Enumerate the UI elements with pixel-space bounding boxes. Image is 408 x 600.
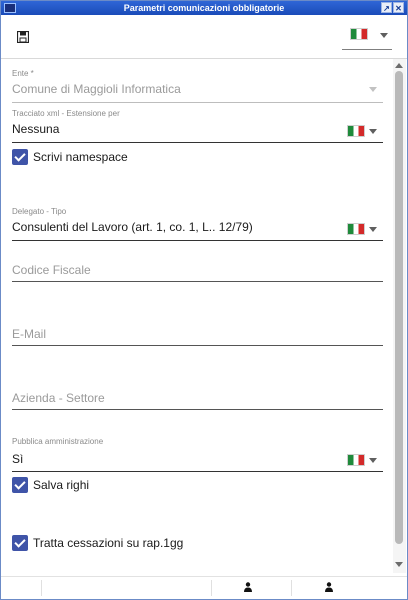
form-content: Ente * Comune di Maggioli Informatica Tr… bbox=[1, 59, 393, 573]
email-input[interactable]: E-Mail bbox=[12, 327, 46, 341]
divider bbox=[291, 580, 292, 596]
salva-righi-checkbox[interactable] bbox=[12, 477, 28, 493]
tracciato-underline bbox=[12, 142, 383, 143]
codice-fiscale-input[interactable]: Codice Fiscale bbox=[12, 263, 91, 277]
azienda-settore-underline bbox=[12, 409, 383, 410]
chevron-down-icon bbox=[369, 129, 377, 134]
divider bbox=[211, 580, 212, 596]
scrivi-namespace-label: Scrivi namespace bbox=[33, 150, 128, 164]
pubblica-amministrazione-select[interactable]: Sì bbox=[12, 452, 23, 466]
pubblica-amministrazione-underline bbox=[12, 471, 383, 472]
save-icon[interactable] bbox=[17, 31, 29, 43]
ente-underline bbox=[12, 102, 383, 103]
codice-fiscale-underline bbox=[12, 281, 383, 282]
scroll-thumb[interactable] bbox=[395, 71, 403, 544]
scrivi-namespace-checkbox[interactable] bbox=[12, 149, 28, 165]
tratta-cessazioni-label: Tratta cessazioni su rap.1gg bbox=[33, 536, 184, 550]
restore-button[interactable]: ↗ bbox=[381, 2, 392, 13]
pubblica-amministrazione-label: Pubblica amministrazione bbox=[12, 437, 104, 446]
bottom-status-bar bbox=[1, 576, 407, 599]
italian-flag-icon bbox=[347, 223, 365, 235]
title-bar: Parametri comunicazioni obbligatorie ↗ ✕ bbox=[1, 1, 407, 15]
dialog-window: Parametri comunicazioni obbligatorie ↗ ✕… bbox=[0, 0, 408, 600]
chevron-down-icon bbox=[369, 458, 377, 463]
vertical-scrollbar[interactable] bbox=[393, 59, 406, 573]
ente-label: Ente * bbox=[12, 69, 34, 78]
scroll-up-icon[interactable] bbox=[395, 63, 403, 68]
delegato-select[interactable]: Consulenti del Lavoro (art. 1, co. 1, L.… bbox=[12, 220, 253, 234]
language-select[interactable] bbox=[342, 22, 392, 50]
window-title: Parametri comunicazioni obbligatorie bbox=[123, 3, 285, 13]
chevron-down-icon bbox=[369, 227, 377, 232]
chevron-down-icon bbox=[380, 33, 388, 38]
user-icon[interactable] bbox=[244, 582, 252, 592]
italian-flag-icon bbox=[347, 454, 365, 466]
email-underline bbox=[12, 345, 383, 346]
delegato-label: Delegato - Tipo bbox=[12, 207, 67, 216]
divider bbox=[41, 580, 42, 596]
chevron-down-icon bbox=[369, 87, 377, 92]
scroll-down-icon[interactable] bbox=[395, 562, 403, 567]
ente-select[interactable]: Comune di Maggioli Informatica bbox=[12, 82, 181, 96]
tracciato-label: Tracciato xml - Estensione per bbox=[12, 109, 120, 118]
tratta-cessazioni-checkbox[interactable] bbox=[12, 535, 28, 551]
italian-flag-icon bbox=[347, 125, 365, 137]
italian-flag-icon bbox=[350, 28, 368, 40]
tracciato-select[interactable]: Nessuna bbox=[12, 122, 59, 136]
user-icon[interactable] bbox=[325, 582, 333, 592]
close-button[interactable]: ✕ bbox=[393, 2, 404, 13]
azienda-settore-input[interactable]: Azienda - Settore bbox=[12, 391, 105, 405]
delegato-underline bbox=[12, 240, 383, 241]
salva-righi-label: Salva righi bbox=[33, 478, 90, 492]
toolbar bbox=[1, 15, 407, 59]
